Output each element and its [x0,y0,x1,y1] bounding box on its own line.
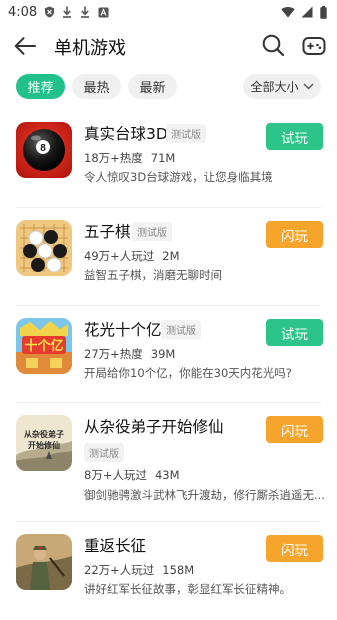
game-description: 开局给你10个亿，你能在30天内花光吗? [84,366,292,380]
game-popularity: 18万+热度 [84,151,143,165]
page-title: 单机游戏 [54,38,126,59]
game-stats: 49万+人玩过 2M [84,248,180,264]
svg-text:开始修仙: 开始修仙 [28,440,60,450]
game-size: 158M [162,563,195,577]
divider [16,402,321,403]
game-description: 令人惊叹3D台球游戏，让您身临其境 [84,170,273,184]
game-name: 重返长征 [84,537,147,555]
test-version-tag: 测试版 [132,222,172,241]
test-version-tag: 测试版 [84,443,124,462]
game-name: 真实台球3D [84,125,168,143]
game-list-item[interactable]: 重返长征 22万+人玩过 158M 讲好红军长征故事，彰显红军长征精神。 闪玩 [0,524,337,620]
flash-play-button[interactable]: 闪玩 [266,221,323,248]
gamepad-icon[interactable] [302,34,326,58]
signal-icon [301,6,313,18]
billiard-8-ball-icon: 8 [16,122,72,178]
try-play-button[interactable]: 试玩 [266,123,323,150]
gomoku-board-icon [16,220,72,276]
divider [16,305,321,306]
tab-recommended[interactable]: 推荐 [16,74,65,99]
flash-play-button[interactable]: 闪玩 [266,416,323,443]
game-size: 2M [162,249,180,263]
download-icon [79,6,91,18]
divider [16,521,321,522]
game-list-item[interactable]: 五子棋 测试版 49万+人玩过 2M 益智五子棋，消磨无聊时间 闪玩 [0,210,337,306]
filter-bar: 推荐 最热 最新 全部大小 [0,74,337,100]
tab-newest[interactable]: 最新 [128,74,177,99]
chevron-down-icon [303,83,314,90]
ten-billion-icon: 十个亿 [16,318,72,374]
battery-icon [319,5,327,19]
size-filter-dropdown[interactable]: 全部大小 [243,74,321,99]
game-stats: 27万+热度 39M [84,346,175,362]
game-popularity: 49万+人玩过 [84,249,155,263]
shield-icon [43,6,55,18]
svg-text:十个亿: 十个亿 [24,338,63,353]
test-version-tag: 测试版 [166,124,206,143]
game-stats: 18万+热度 71M [84,150,175,166]
svg-text:从杂役弟子: 从杂役弟子 [24,429,64,439]
back-arrow-icon[interactable] [12,34,38,58]
game-popularity: 8万+人玩过 [84,468,147,482]
divider [16,207,321,208]
game-popularity: 22万+人玩过 [84,563,155,577]
game-stats: 8万+人玩过 43M [84,467,180,483]
test-version-tag: 测试版 [161,320,201,339]
game-stats: 22万+人玩过 158M [84,562,194,578]
flash-play-button[interactable]: 闪玩 [266,535,323,562]
game-name: 五子棋 [84,223,131,241]
game-size: 39M [150,347,176,361]
game-popularity: 27万+热度 [84,347,143,361]
wifi-icon [281,6,295,18]
game-size: 71M [150,151,176,165]
game-description: 讲好红军长征故事，彰显红军长征精神。 [84,582,291,596]
long-march-soldier-icon [16,534,72,590]
a-notification-icon [97,6,109,18]
game-name: 从杂役弟子开始修仙 [84,418,224,436]
game-description: 益智五子棋，消磨无聊时间 [84,268,222,282]
svg-text:8: 8 [40,143,46,154]
game-list-item[interactable]: 8 真实台球3D 测试版 18万+热度 71M 令人惊叹3D台球游戏，让您身临其境… [0,112,337,208]
game-list-item[interactable]: 十个亿 花光十个亿 测试版 27万+热度 39M 开局给你10个亿，你能在30天内… [0,308,337,404]
search-icon[interactable] [261,33,285,57]
tab-hottest[interactable]: 最热 [72,74,121,99]
status-time: 4:08 [8,4,38,20]
download-icon [61,6,73,18]
try-play-button[interactable]: 试玩 [266,319,323,346]
game-size: 43M [154,468,180,482]
game-list-item[interactable]: 从杂役弟子 开始修仙 从杂役弟子开始修仙 测试版 8万+人玩过 43M 御剑驰骋激… [0,405,337,513]
app-header: 单机游戏 [0,24,337,68]
cultivation-scroll-icon: 从杂役弟子 开始修仙 [16,415,72,471]
game-name: 花光十个亿 [84,321,162,339]
size-filter-label: 全部大小 [250,80,299,94]
status-bar: 4:08 [0,0,337,24]
game-description: 御剑驰骋激斗武林飞升渡劫，修行厮杀逍遥无... [84,488,324,502]
